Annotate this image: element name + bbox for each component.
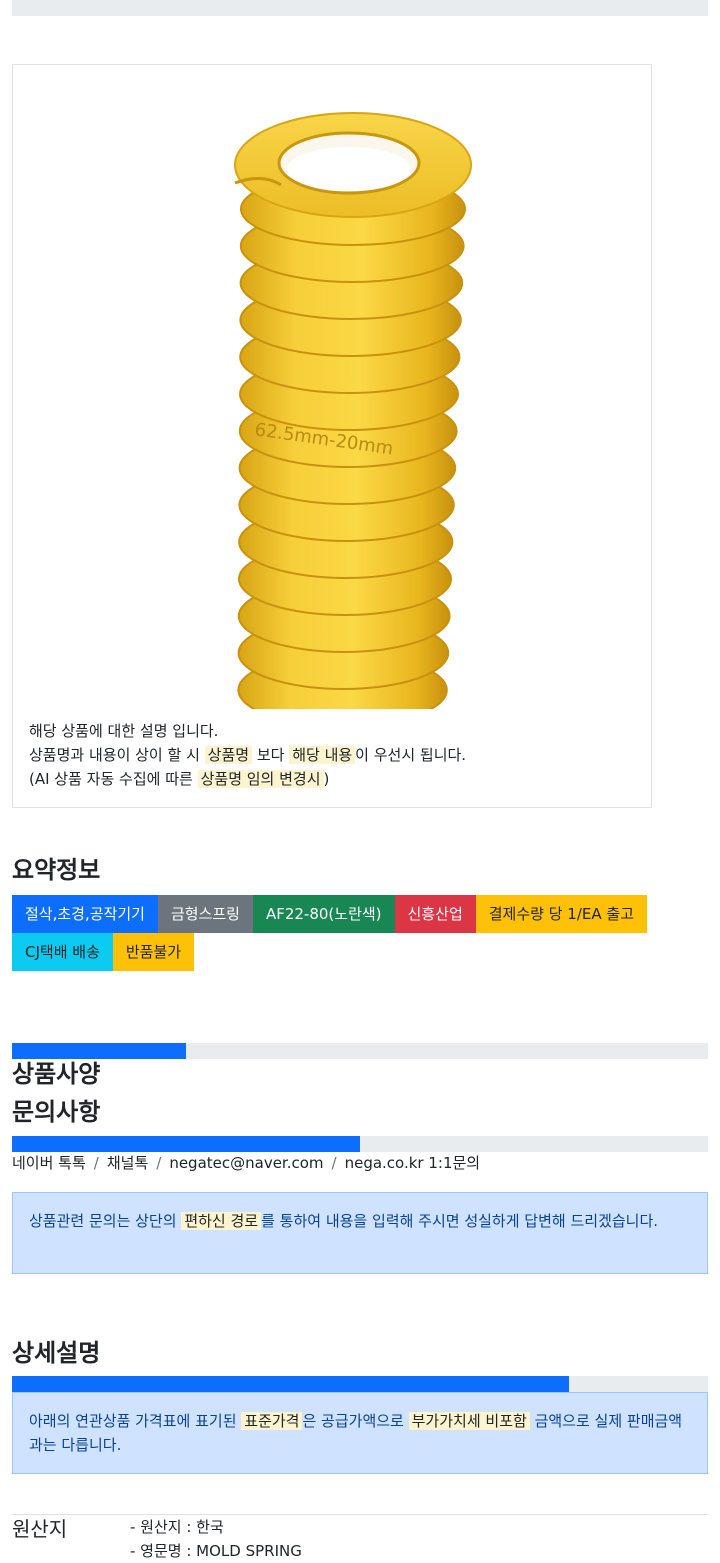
origin-english-name: - 영문명 : MOLD SPRING bbox=[130, 1542, 302, 1560]
badge-model[interactable]: AF22-80(노란색) bbox=[252, 895, 395, 933]
description-line-2: 상품명과 내용이 상이 할 시 상품명 보다 해당 내용 이 우선시 됩니다. bbox=[29, 743, 637, 767]
highlight-name-change: 상품명 임의 변경시 bbox=[197, 770, 324, 788]
highlight-content: 해당 내용 bbox=[289, 746, 356, 764]
contact-channel-talk[interactable]: 채널톡 bbox=[107, 1154, 148, 1172]
detail-alert: 아래의 연관상품 가격표에 표기된 표준가격 은 공급가액으로 부가가치세 비포함… bbox=[12, 1392, 708, 1474]
desc-text: (AI 상품 자동 수집에 따른 bbox=[29, 770, 198, 788]
detail-title: 상세설명 bbox=[12, 1339, 101, 1367]
description-line-1: 해당 상품에 대한 설명 입니다. bbox=[29, 722, 219, 740]
origin-label: 원산지 bbox=[12, 1517, 68, 1541]
highlight-vat-excluded: 부가가치세 비포함 bbox=[408, 1412, 530, 1430]
badge-row-2: CJ택배 배송 반품불가 bbox=[12, 933, 702, 971]
highlight-route: 편하신 경로 bbox=[181, 1212, 262, 1230]
summary-badges: 절삭,초경,공작기기 금형스프링 AF22-80(노란색) 신흥산업 결제수량 … bbox=[12, 895, 702, 971]
separator: / bbox=[331, 1154, 337, 1172]
badge-category[interactable]: 절삭,초경,공작기기 bbox=[12, 895, 158, 933]
badge-row-1: 절삭,초경,공작기기 금형스프링 AF22-80(노란색) 신흥산업 결제수량 … bbox=[12, 895, 702, 933]
alert-text: 상품관련 문의는 상단의 bbox=[29, 1212, 182, 1230]
inquiry-title: 문의사항 bbox=[12, 1098, 101, 1126]
product-image[interactable]: 62.5mm-20mm bbox=[153, 89, 573, 709]
separator: / bbox=[156, 1154, 162, 1172]
contact-website[interactable]: nega.co.kr 1:1문의 bbox=[345, 1154, 481, 1172]
badge-quantity[interactable]: 결제수량 당 1/EA 출고 bbox=[475, 895, 647, 933]
detail-progress bbox=[12, 1376, 708, 1392]
summary-title: 요약정보 bbox=[12, 856, 101, 884]
inquiry-alert: 상품관련 문의는 상단의 편하신 경로 를 통하여 내용을 입력해 주시면 성실하… bbox=[12, 1192, 708, 1274]
spec-title: 상품사양 bbox=[12, 1060, 101, 1088]
separator: / bbox=[93, 1154, 99, 1172]
contact-channels: 네이버 톡톡 / 채널톡 / negatec@naver.com / nega.co.kr … bbox=[12, 1151, 480, 1175]
desc-text: 보다 bbox=[252, 746, 290, 764]
badge-subcategory[interactable]: 금형스프링 bbox=[157, 895, 253, 933]
inquiry-progress bbox=[12, 1136, 708, 1152]
highlight-standard-price: 표준가격 bbox=[241, 1412, 303, 1430]
contact-naver-talk[interactable]: 네이버 톡톡 bbox=[12, 1154, 86, 1172]
badge-return[interactable]: 반품불가 bbox=[112, 933, 195, 971]
origin-section: 원산지 - 원산지 : 한국 - 영문명 : MOLD SPRING bbox=[12, 1514, 708, 1560]
badge-maker[interactable]: 신흥산업 bbox=[394, 895, 476, 933]
inquiry-progress-fill bbox=[12, 1136, 360, 1152]
alert-text: 를 통하여 내용을 입력해 주시면 성실하게 답변해 드리겠습니다. bbox=[261, 1212, 659, 1230]
description-line-3: (AI 상품 자동 수집에 따른 상품명 임의 변경시) bbox=[29, 767, 637, 791]
product-image-card: 62.5mm-20mm 해당 상품에 대한 설명 입니다. 상품명과 내용이 상… bbox=[12, 64, 652, 808]
desc-text: 이 우선시 됩니다. bbox=[355, 746, 467, 764]
origin-country: - 원산지 : 한국 bbox=[130, 1518, 224, 1536]
spec-progress bbox=[12, 1043, 708, 1059]
contact-email[interactable]: negatec@naver.com bbox=[169, 1154, 323, 1172]
spec-progress-fill bbox=[12, 1043, 186, 1059]
alert-text: 아래의 연관상품 가격표에 표기된 bbox=[29, 1412, 242, 1430]
desc-text: 상품명과 내용이 상이 할 시 bbox=[29, 746, 205, 764]
badge-shipping[interactable]: CJ택배 배송 bbox=[12, 933, 113, 971]
desc-text: ) bbox=[323, 770, 330, 788]
highlight-product-name: 상품명 bbox=[204, 746, 253, 764]
detail-progress-fill bbox=[12, 1376, 569, 1392]
top-progress-bar bbox=[12, 0, 708, 16]
product-description: 해당 상품에 대한 설명 입니다. 상품명과 내용이 상이 할 시 상품명 보다… bbox=[29, 719, 637, 791]
alert-text: 은 공급가액으로 bbox=[302, 1412, 409, 1430]
origin-list: - 원산지 : 한국 - 영문명 : MOLD SPRING bbox=[130, 1515, 302, 1563]
